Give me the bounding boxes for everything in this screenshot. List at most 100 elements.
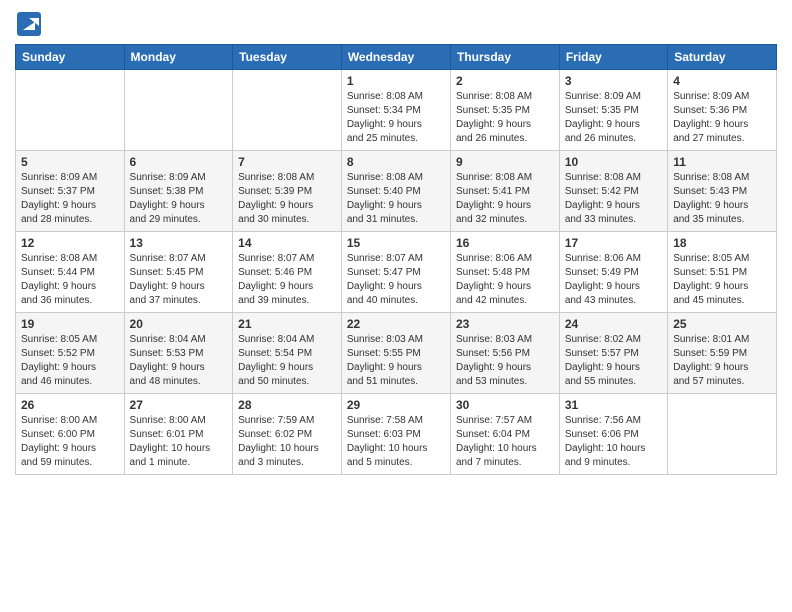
day-number: 27 — [130, 398, 228, 412]
calendar-cell: 5 Sunrise: 8:09 AM Sunset: 5:37 PM Daylig… — [16, 151, 125, 232]
day-info: Sunrise: 8:08 AM Sunset: 5:39 PM Dayligh… — [238, 171, 336, 227]
day-number: 23 — [456, 317, 554, 331]
day-number: 9 — [456, 155, 554, 169]
calendar-cell: 16 Sunrise: 8:06 AM Sunset: 5:48 PM Dayli… — [450, 232, 559, 313]
day-number: 11 — [673, 155, 771, 169]
day-info: Sunrise: 8:07 AM Sunset: 5:47 PM Dayligh… — [347, 252, 445, 308]
day-info: Sunrise: 8:04 AM Sunset: 5:53 PM Dayligh… — [130, 333, 228, 389]
day-info: Sunrise: 8:05 AM Sunset: 5:51 PM Dayligh… — [673, 252, 771, 308]
day-info: Sunrise: 8:08 AM Sunset: 5:43 PM Dayligh… — [673, 171, 771, 227]
calendar-cell: 28 Sunrise: 7:59 AM Sunset: 6:02 PM Dayli… — [233, 394, 342, 475]
calendar-cell: 24Sunrise: 8:02 AM Sunset: 5:57 PM Dayli… — [559, 313, 667, 394]
calendar-cell: 17 Sunrise: 8:06 AM Sunset: 5:49 PM Dayli… — [559, 232, 667, 313]
day-number: 6 — [130, 155, 228, 169]
day-info: Sunrise: 8:08 AM Sunset: 5:42 PM Dayligh… — [565, 171, 662, 227]
day-number: 8 — [347, 155, 445, 169]
day-number: 25 — [673, 317, 771, 331]
calendar-cell: 27 Sunrise: 8:00 AM Sunset: 6:01 PM Dayli… — [124, 394, 233, 475]
day-number: 17 — [565, 236, 662, 250]
day-number: 30 — [456, 398, 554, 412]
day-info: Sunrise: 8:09 AM Sunset: 5:36 PM Dayligh… — [673, 90, 771, 146]
day-info: Sunrise: 8:03 AM Sunset: 5:55 PM Dayligh… — [347, 333, 445, 389]
day-number: 18 — [673, 236, 771, 250]
day-number: 3 — [565, 74, 662, 88]
calendar-cell: 25 Sunrise: 8:01 AM Sunset: 5:59 PM Dayli… — [668, 313, 777, 394]
calendar-cell: 6 Sunrise: 8:09 AM Sunset: 5:38 PM Daylig… — [124, 151, 233, 232]
day-info: Sunrise: 8:09 AM Sunset: 5:37 PM Dayligh… — [21, 171, 119, 227]
calendar-cell: 4 Sunrise: 8:09 AM Sunset: 5:36 PM Daylig… — [668, 70, 777, 151]
day-number: 19 — [21, 317, 119, 331]
week-row-2: 5 Sunrise: 8:09 AM Sunset: 5:37 PM Daylig… — [16, 151, 777, 232]
weekday-monday: Monday — [124, 45, 233, 70]
calendar-cell: 13 Sunrise: 8:07 AM Sunset: 5:45 PM Dayli… — [124, 232, 233, 313]
weekday-friday: Friday — [559, 45, 667, 70]
day-info: Sunrise: 8:08 AM Sunset: 5:34 PM Dayligh… — [347, 90, 445, 146]
day-info: Sunrise: 8:08 AM Sunset: 5:41 PM Dayligh… — [456, 171, 554, 227]
day-number: 20 — [130, 317, 228, 331]
calendar-body: 1Sunrise: 8:08 AM Sunset: 5:34 PM Daylig… — [16, 70, 777, 475]
calendar-cell — [668, 394, 777, 475]
calendar-cell: 10 Sunrise: 8:08 AM Sunset: 5:42 PM Dayli… — [559, 151, 667, 232]
day-number: 26 — [21, 398, 119, 412]
day-number: 28 — [238, 398, 336, 412]
calendar-cell: 9 Sunrise: 8:08 AM Sunset: 5:41 PM Daylig… — [450, 151, 559, 232]
week-row-5: 26 Sunrise: 8:00 AM Sunset: 6:00 PM Dayli… — [16, 394, 777, 475]
calendar-cell: 15 Sunrise: 8:07 AM Sunset: 5:47 PM Dayli… — [341, 232, 450, 313]
day-info: Sunrise: 8:01 AM Sunset: 5:59 PM Dayligh… — [673, 333, 771, 389]
day-info: Sunrise: 8:08 AM Sunset: 5:40 PM Dayligh… — [347, 171, 445, 227]
day-info: Sunrise: 8:00 AM Sunset: 6:01 PM Dayligh… — [130, 414, 228, 470]
day-info: Sunrise: 8:07 AM Sunset: 5:45 PM Dayligh… — [130, 252, 228, 308]
day-number: 10 — [565, 155, 662, 169]
day-info: Sunrise: 8:03 AM Sunset: 5:56 PM Dayligh… — [456, 333, 554, 389]
day-info: Sunrise: 8:08 AM Sunset: 5:44 PM Dayligh… — [21, 252, 119, 308]
day-info: Sunrise: 8:07 AM Sunset: 5:46 PM Dayligh… — [238, 252, 336, 308]
day-info: Sunrise: 7:56 AM Sunset: 6:06 PM Dayligh… — [565, 414, 662, 470]
day-info: Sunrise: 8:04 AM Sunset: 5:54 PM Dayligh… — [238, 333, 336, 389]
day-number: 13 — [130, 236, 228, 250]
day-info: Sunrise: 8:00 AM Sunset: 6:00 PM Dayligh… — [21, 414, 119, 470]
calendar-cell: 20 Sunrise: 8:04 AM Sunset: 5:53 PM Dayli… — [124, 313, 233, 394]
day-info: Sunrise: 7:58 AM Sunset: 6:03 PM Dayligh… — [347, 414, 445, 470]
week-row-3: 12 Sunrise: 8:08 AM Sunset: 5:44 PM Dayli… — [16, 232, 777, 313]
calendar-cell: 18 Sunrise: 8:05 AM Sunset: 5:51 PM Dayli… — [668, 232, 777, 313]
calendar-cell: 7 Sunrise: 8:08 AM Sunset: 5:39 PM Daylig… — [233, 151, 342, 232]
day-number: 29 — [347, 398, 445, 412]
day-info: Sunrise: 7:59 AM Sunset: 6:02 PM Dayligh… — [238, 414, 336, 470]
day-number: 12 — [21, 236, 119, 250]
day-number: 4 — [673, 74, 771, 88]
calendar-cell: 23 Sunrise: 8:03 AM Sunset: 5:56 PM Dayli… — [450, 313, 559, 394]
calendar-cell: 19 Sunrise: 8:05 AM Sunset: 5:52 PM Dayli… — [16, 313, 125, 394]
calendar-cell: 22 Sunrise: 8:03 AM Sunset: 5:55 PM Dayli… — [341, 313, 450, 394]
calendar-cell: 12 Sunrise: 8:08 AM Sunset: 5:44 PM Dayli… — [16, 232, 125, 313]
day-info: Sunrise: 7:57 AM Sunset: 6:04 PM Dayligh… — [456, 414, 554, 470]
calendar-cell: 29 Sunrise: 7:58 AM Sunset: 6:03 PM Dayli… — [341, 394, 450, 475]
weekday-tuesday: Tuesday — [233, 45, 342, 70]
day-number: 7 — [238, 155, 336, 169]
day-info: Sunrise: 8:06 AM Sunset: 5:48 PM Dayligh… — [456, 252, 554, 308]
week-row-4: 19 Sunrise: 8:05 AM Sunset: 5:52 PM Dayli… — [16, 313, 777, 394]
day-info: Sunrise: 8:09 AM Sunset: 5:35 PM Dayligh… — [565, 90, 662, 146]
weekday-thursday: Thursday — [450, 45, 559, 70]
day-info: Sunrise: 8:05 AM Sunset: 5:52 PM Dayligh… — [21, 333, 119, 389]
day-number: 15 — [347, 236, 445, 250]
day-info: Sunrise: 8:06 AM Sunset: 5:49 PM Dayligh… — [565, 252, 662, 308]
day-info: Sunrise: 8:02 AM Sunset: 5:57 PM Dayligh… — [565, 333, 662, 389]
calendar-cell — [124, 70, 233, 151]
day-number: 22 — [347, 317, 445, 331]
calendar-cell: 21Sunrise: 8:04 AM Sunset: 5:54 PM Dayli… — [233, 313, 342, 394]
calendar-cell: 14Sunrise: 8:07 AM Sunset: 5:46 PM Dayli… — [233, 232, 342, 313]
week-row-1: 1Sunrise: 8:08 AM Sunset: 5:34 PM Daylig… — [16, 70, 777, 151]
logo — [15, 10, 47, 38]
day-info: Sunrise: 8:08 AM Sunset: 5:35 PM Dayligh… — [456, 90, 554, 146]
day-number: 16 — [456, 236, 554, 250]
calendar-cell: 8 Sunrise: 8:08 AM Sunset: 5:40 PM Daylig… — [341, 151, 450, 232]
day-number: 31 — [565, 398, 662, 412]
calendar-cell: 26 Sunrise: 8:00 AM Sunset: 6:00 PM Dayli… — [16, 394, 125, 475]
day-number: 2 — [456, 74, 554, 88]
weekday-sunday: Sunday — [16, 45, 125, 70]
day-info: Sunrise: 8:09 AM Sunset: 5:38 PM Dayligh… — [130, 171, 228, 227]
calendar-cell: 30 Sunrise: 7:57 AM Sunset: 6:04 PM Dayli… — [450, 394, 559, 475]
weekday-header-row: SundayMondayTuesdayWednesdayThursdayFrid… — [16, 45, 777, 70]
day-number: 5 — [21, 155, 119, 169]
calendar-cell: 31 Sunrise: 7:56 AM Sunset: 6:06 PM Dayli… — [559, 394, 667, 475]
